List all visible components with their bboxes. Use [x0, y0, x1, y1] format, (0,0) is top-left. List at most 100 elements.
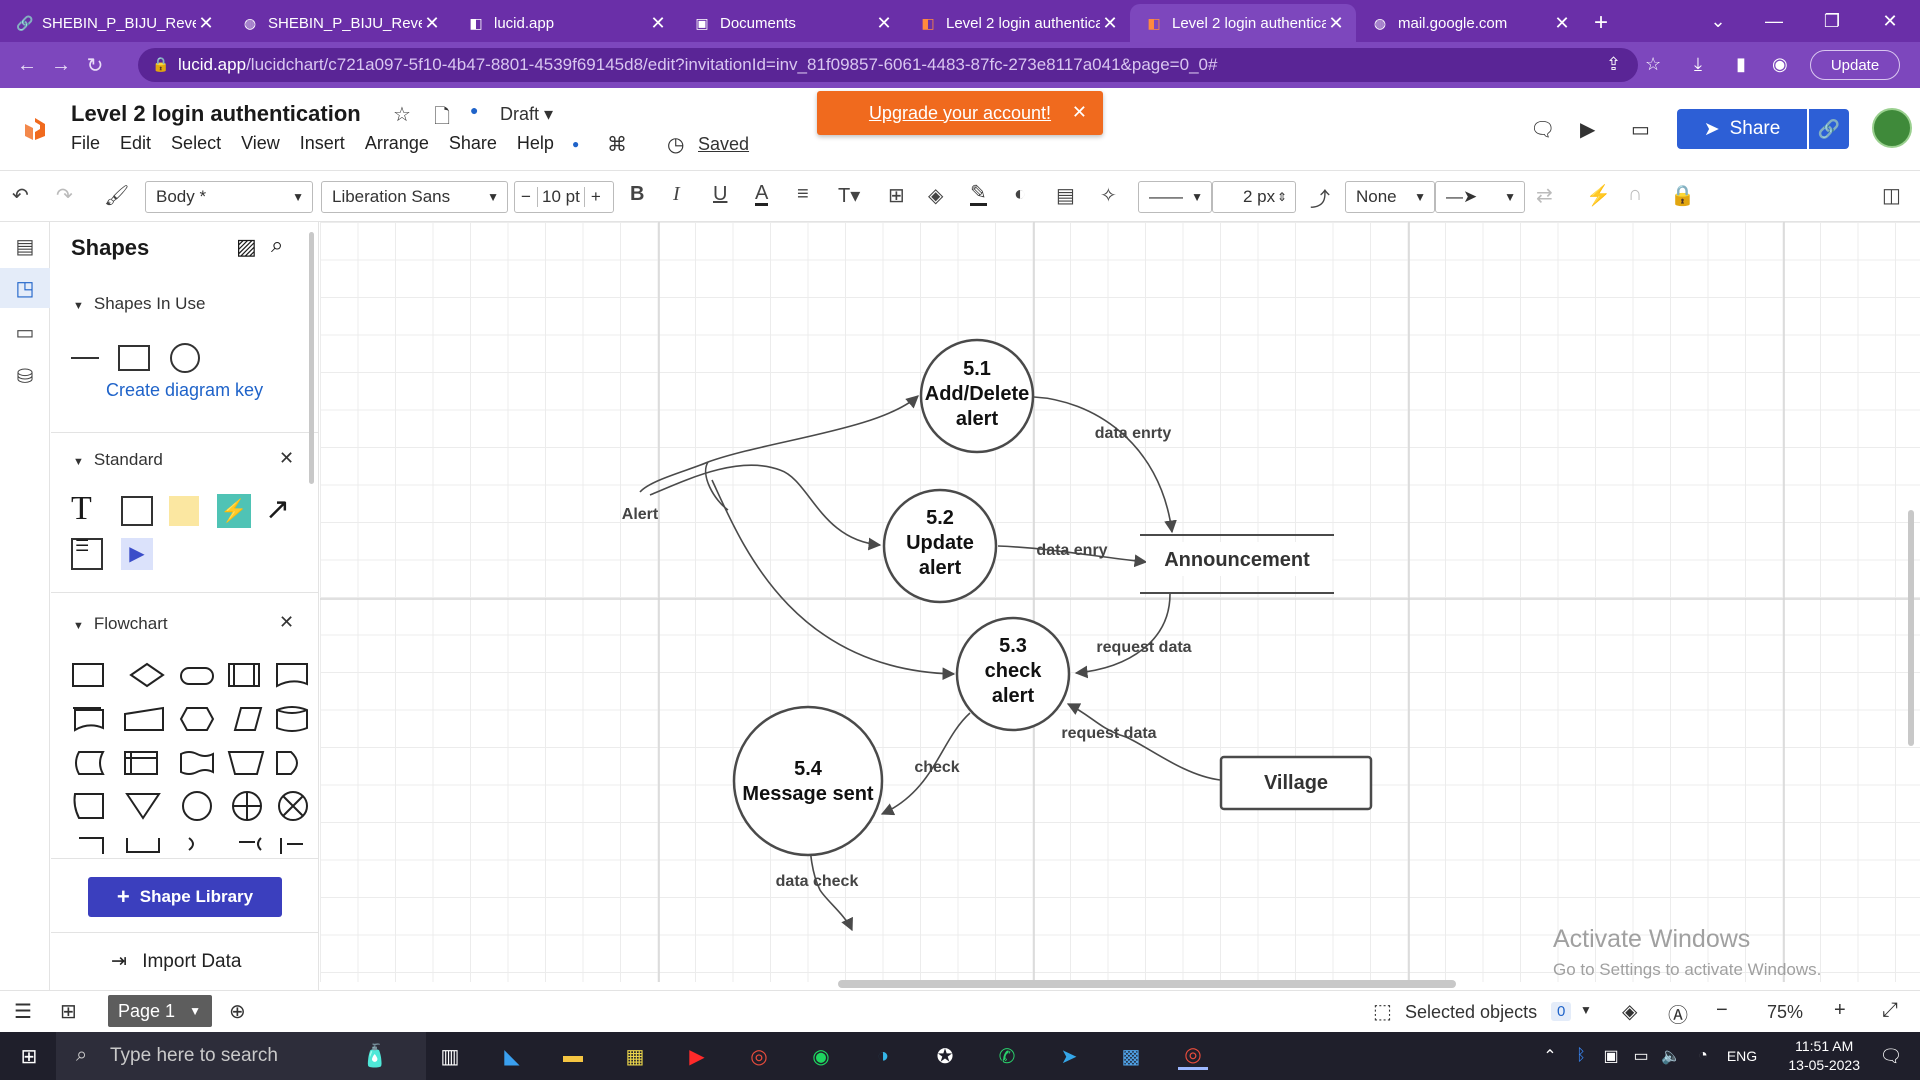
close-tab-icon[interactable]: ✕ — [1326, 13, 1346, 34]
menu-share[interactable]: Share — [449, 133, 497, 154]
browser-tab[interactable]: ◧ Level 2 login authentication ✕ — [904, 4, 1130, 42]
menu-view[interactable]: View — [241, 133, 280, 154]
menu-select[interactable]: Select — [171, 133, 221, 154]
fullscreen-icon[interactable]: ⤢ — [1882, 999, 1898, 1022]
page-list-icon[interactable]: ☰ — [14, 999, 32, 1024]
data-store-label[interactable]: Announcement — [1164, 549, 1310, 571]
format-painter-icon[interactable]: 🖌 — [104, 183, 129, 208]
zoom-out-icon[interactable]: − — [1716, 999, 1728, 1022]
menu-edit[interactable]: Edit — [120, 133, 151, 154]
spotify-icon[interactable]: ◉ — [806, 1042, 836, 1070]
close-tab-icon[interactable]: ✕ — [196, 13, 216, 34]
decrease-size-icon[interactable]: − — [515, 187, 537, 207]
profile-icon[interactable]: ◉ — [1772, 54, 1788, 75]
line-style-select[interactable]: —— ▼ — [1138, 181, 1212, 213]
youtube-icon[interactable]: ▶ — [682, 1042, 712, 1070]
create-diagram-key-link[interactable]: Create diagram key — [106, 380, 263, 401]
section-flowchart[interactable]: ▼ Flowchart — [73, 614, 168, 634]
search-icon[interactable]: ⌕ — [271, 232, 283, 258]
section-standard[interactable]: ▼ Standard — [73, 450, 163, 470]
browser-tab[interactable]: ◍ mail.google.com ✕ — [1356, 4, 1582, 42]
text-color-icon[interactable]: A — [755, 183, 769, 206]
layers-icon[interactable]: ◈ — [1622, 999, 1637, 1024]
diagram-canvas[interactable]: Announcement Village 5.1 Add/Delete aler… — [320, 222, 1920, 982]
pages-panel-icon[interactable]: ▤ — [0, 226, 50, 266]
text-shape-icon[interactable]: T — [71, 490, 92, 528]
image-search-icon[interactable]: ▨ — [236, 234, 257, 260]
copy-link-button[interactable]: 🔗 — [1809, 109, 1849, 149]
block-shape-icon[interactable] — [121, 496, 153, 526]
document-title[interactable]: Level 2 login authentication — [71, 101, 361, 127]
document-icon[interactable]: 🗋 — [434, 102, 450, 136]
bold-icon[interactable]: B — [630, 183, 644, 206]
panel-scrollbar[interactable] — [309, 232, 314, 484]
zoom-in-icon[interactable]: + — [1834, 999, 1846, 1022]
reload-icon[interactable]: ↻ — [78, 53, 112, 78]
language-indicator[interactable]: ENG — [1722, 1042, 1762, 1070]
tray-chevron-icon[interactable]: ⌃ — [1535, 1042, 1565, 1070]
bookmark-star-icon[interactable]: ☆ — [1645, 54, 1661, 75]
play-shape-icon[interactable]: ▶ — [121, 538, 153, 570]
battery-icon[interactable]: ▭ — [1626, 1042, 1656, 1070]
vscode-icon[interactable]: ◣ — [497, 1042, 527, 1070]
underline-icon[interactable]: U — [713, 183, 727, 206]
fill-color-icon[interactable]: ◈ — [928, 183, 943, 208]
close-tab-icon[interactable]: ✕ — [1100, 13, 1120, 34]
opacity-icon[interactable]: ◐ — [1014, 183, 1026, 206]
shape-library-button[interactable]: + Shape Library — [88, 877, 282, 917]
list-shape-icon[interactable]: ☰ — [71, 538, 103, 570]
chrome-icon[interactable]: ◎ — [744, 1042, 774, 1070]
font-family-select[interactable]: Liberation Sans ▼ — [321, 181, 508, 213]
windows-start-icon[interactable]: ⊞ — [14, 1042, 44, 1070]
restore-icon[interactable]: ❐ — [1804, 0, 1860, 42]
upgrade-banner[interactable]: Upgrade your account! ✕ — [817, 91, 1103, 135]
share-button[interactable]: ➤ Share — [1677, 109, 1807, 149]
close-tab-icon[interactable]: ✕ — [648, 13, 668, 34]
browser-tab-active[interactable]: ◧ Level 2 login authentication ✕ — [1130, 4, 1356, 42]
wifi-icon[interactable]: ◔ — [1688, 1042, 1718, 1070]
close-window-icon[interactable]: ✕ — [1862, 0, 1918, 42]
saved-status[interactable]: Saved — [698, 134, 749, 155]
present-icon[interactable]: ▶ — [1580, 117, 1595, 142]
page-grid-icon[interactable]: ⊞ — [60, 999, 77, 1024]
note-shape-icon[interactable] — [169, 496, 199, 526]
bluetooth-icon[interactable]: ᛒ — [1566, 1042, 1596, 1070]
import-data-button[interactable]: ⇥ Import Data — [111, 950, 241, 973]
line-curve-icon[interactable]: ⤴ — [1310, 183, 1330, 212]
new-tab-button[interactable]: + — [1582, 4, 1620, 42]
templates-panel-icon[interactable]: ▭ — [0, 312, 50, 352]
url-field[interactable]: 🔒 lucid.app/lucidchart/c721a097-5f10-4b4… — [138, 48, 1638, 82]
minimize-icon[interactable]: — — [1746, 0, 1802, 42]
sidebar-toggle-icon[interactable]: ▮ — [1736, 54, 1746, 75]
close-tab-icon[interactable]: ✕ — [1552, 13, 1572, 34]
page-tab[interactable]: Page 1 ▼ — [108, 995, 212, 1027]
process-5-4[interactable] — [732, 705, 884, 857]
zoom-level[interactable]: 75% — [1767, 1002, 1803, 1023]
browser-tab[interactable]: ◍ SHEBIN_P_BIJU_Reverse ✕ — [226, 4, 452, 42]
text-options-icon[interactable]: T▾ — [838, 183, 860, 208]
back-icon[interactable]: ← — [10, 54, 44, 77]
chrome-profile-icon[interactable]: ◎ — [1178, 1042, 1208, 1070]
browser-tab[interactable]: ◧ lucid.app ✕ — [452, 4, 678, 42]
system-clock[interactable]: 11:51 AM 13-05-2023 — [1788, 1037, 1860, 1075]
volume-icon[interactable]: 🔈 — [1656, 1042, 1686, 1070]
lock-shape-icon[interactable]: 🔒 — [1670, 183, 1695, 208]
spreadsheet-app-icon[interactable]: ▦ — [620, 1042, 650, 1070]
accessibility-icon[interactable]: Ⓐ — [1668, 999, 1688, 1028]
canvas-vertical-scrollbar[interactable] — [1908, 510, 1914, 746]
close-section-icon[interactable]: ✕ — [279, 448, 294, 469]
gift-icon[interactable]: ⌘ — [607, 132, 627, 157]
line-end-select[interactable]: —➤ ▼ — [1435, 181, 1525, 213]
font-size-stepper[interactable]: − 10 pt + — [514, 181, 614, 213]
action-shape-icon[interactable]: ⚡ — [217, 494, 251, 528]
menu-file[interactable]: File — [71, 133, 100, 154]
data-panel-icon[interactable]: ⛁ — [0, 356, 50, 396]
close-banner-icon[interactable]: ✕ — [1072, 102, 1087, 123]
comment-icon[interactable]: 🗨 — [1530, 117, 1555, 142]
forward-icon[interactable]: → — [44, 54, 78, 77]
italic-icon[interactable]: I — [673, 183, 680, 206]
increase-size-icon[interactable]: + — [585, 187, 607, 207]
magic-wand-icon[interactable]: ✧ — [1100, 183, 1117, 208]
browser-tab[interactable]: 🔗 SHEBIN_P_BIJU_Reverse ✕ — [0, 4, 226, 42]
close-tab-icon[interactable]: ✕ — [422, 13, 442, 34]
